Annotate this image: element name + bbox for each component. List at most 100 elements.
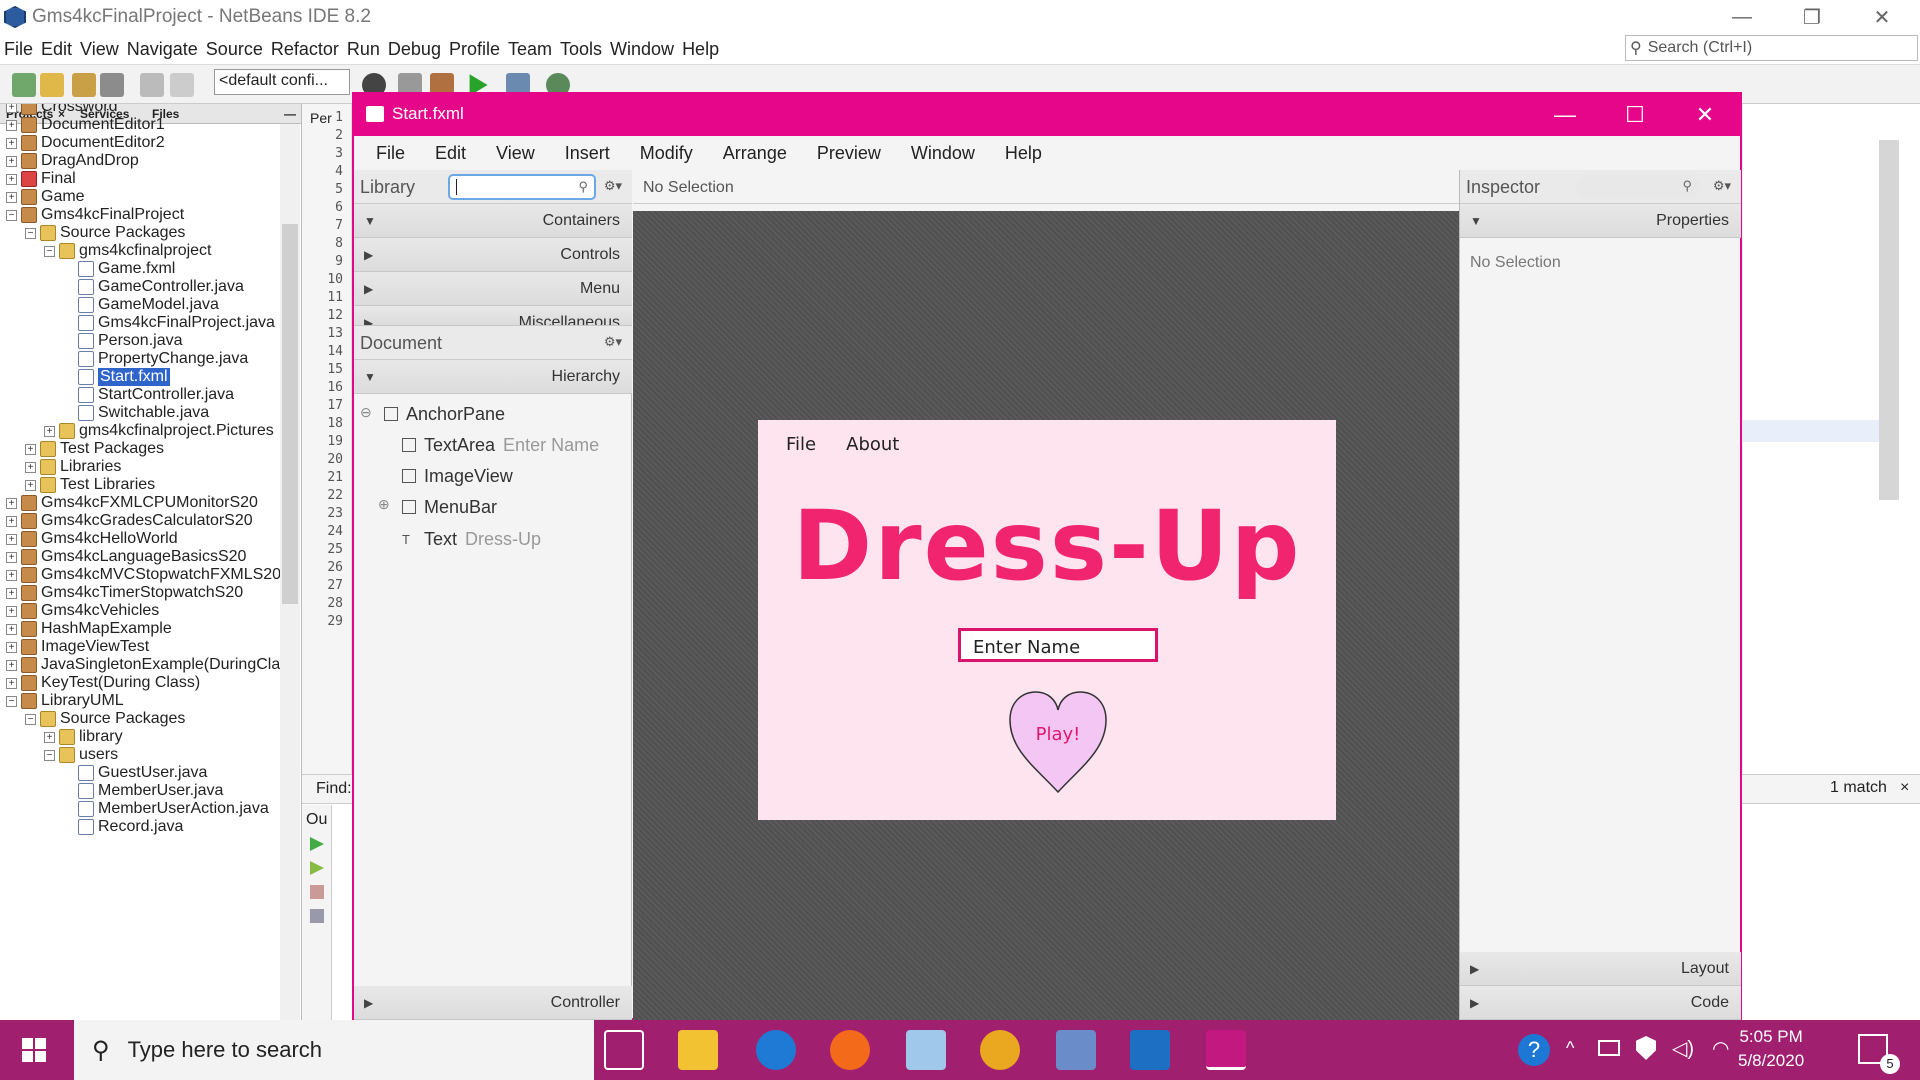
minimize-icon[interactable]: — — [1712, 0, 1772, 34]
configuration-select[interactable]: <default confi... — [214, 69, 350, 95]
expand-icon[interactable]: + — [6, 659, 17, 671]
save-all-icon[interactable] — [100, 73, 124, 97]
volume-icon[interactable]: ◁) — [1672, 1036, 1694, 1061]
library-menu-gear-icon[interactable]: ⚙▾ — [604, 178, 622, 194]
expand-icon[interactable]: + — [25, 443, 36, 455]
sb-menu-preview[interactable]: Preview — [817, 143, 881, 164]
taskbar-clock[interactable]: 5:05 PM 5/8/2020 — [1738, 1025, 1804, 1073]
library-section-menu[interactable]: ▶ Menu — [354, 272, 632, 306]
expand-icon[interactable]: + — [6, 497, 17, 509]
hierarchy-textarea[interactable]: TextArea Enter Name — [402, 431, 599, 459]
menu-profile[interactable]: Profile — [449, 39, 500, 60]
stop-icon[interactable] — [310, 885, 324, 899]
close-icon[interactable]: ✕ — [1852, 0, 1912, 34]
expand-icon[interactable]: + — [6, 641, 17, 653]
ide-search-input[interactable]: ⚲ Search (Ctrl+I) — [1625, 35, 1918, 61]
redo-icon[interactable] — [170, 73, 194, 97]
stage-menu-about[interactable]: About — [846, 434, 899, 455]
taskbar-search-input[interactable]: ⚲ Type here to search — [74, 1020, 594, 1080]
wifi-icon[interactable]: ◠ — [1712, 1036, 1729, 1061]
sb-menu-modify[interactable]: Modify — [640, 143, 693, 164]
outlook-icon[interactable] — [1130, 1030, 1170, 1070]
expand-icon[interactable]: + — [6, 551, 17, 563]
sb-menu-arrange[interactable]: Arrange — [723, 143, 787, 164]
inspector-search-input[interactable]: ⚲ — [1576, 175, 1700, 199]
expand-icon[interactable]: + — [6, 191, 17, 203]
expand-icon[interactable]: + — [6, 677, 17, 689]
task-view-icon[interactable] — [604, 1030, 644, 1070]
expand-icon[interactable]: + — [6, 515, 17, 527]
tree-row[interactable]: Record.java — [63, 816, 183, 838]
expand-icon[interactable]: + — [6, 605, 17, 617]
undo-icon[interactable] — [140, 73, 164, 97]
expand-icon[interactable]: + — [6, 569, 17, 581]
collapse-node-icon[interactable]: ⊖ — [360, 404, 372, 421]
code-section[interactable]: ▶ Code — [1460, 986, 1741, 1020]
sb-close-icon[interactable]: ✕ — [1670, 94, 1740, 136]
file-explorer-icon[interactable] — [678, 1030, 718, 1070]
close-find-icon[interactable]: × — [1900, 779, 1909, 797]
expand-icon[interactable]: + — [6, 155, 17, 167]
menu-help[interactable]: Help — [682, 39, 719, 60]
tree-scrollbar-thumb[interactable] — [282, 224, 298, 604]
expand-icon[interactable]: + — [6, 587, 17, 599]
expand-icon[interactable]: + — [6, 173, 17, 185]
collapse-icon[interactable]: − — [25, 713, 36, 725]
collapse-icon[interactable]: − — [25, 227, 36, 239]
windows-start-icon[interactable] — [22, 1038, 46, 1062]
editor-tab[interactable]: Per — [310, 110, 332, 126]
menu-file[interactable]: File — [4, 39, 33, 60]
stage-menu-file[interactable]: File — [786, 434, 816, 455]
controller-section[interactable]: ▶ Controller — [354, 986, 632, 1020]
menu-navigate[interactable]: Navigate — [127, 39, 198, 60]
menu-tools[interactable]: Tools — [560, 39, 602, 60]
rerun-icon[interactable] — [310, 837, 324, 851]
hierarchy-anchorpane[interactable]: AnchorPane — [384, 400, 505, 428]
minimize-panel-icon[interactable]: — — [284, 107, 296, 121]
hierarchy-imageview[interactable]: ImageView — [402, 462, 513, 490]
editor-scrollbar-thumb[interactable] — [1879, 140, 1899, 500]
menu-view[interactable]: View — [80, 39, 119, 60]
expand-node-icon[interactable]: ⊕ — [378, 496, 390, 513]
virtualbox-icon[interactable] — [906, 1030, 946, 1070]
library-section-containers[interactable]: ▼ Containers — [354, 204, 632, 238]
hierarchy-menubar[interactable]: MenuBar — [402, 493, 497, 521]
library-section-controls[interactable]: ▶ Controls — [354, 238, 632, 272]
menu-team[interactable]: Team — [508, 39, 552, 60]
menu-run[interactable]: Run — [347, 39, 380, 60]
new-project-icon[interactable] — [40, 73, 64, 97]
settings-icon[interactable] — [310, 909, 324, 923]
properties-section[interactable]: ▼ Properties — [1460, 204, 1741, 238]
library-search-input[interactable]: ⚲ — [448, 174, 596, 200]
expand-icon[interactable]: + — [6, 119, 17, 131]
play-heart-button[interactable]: Play! — [1006, 688, 1110, 796]
collapse-icon[interactable]: − — [44, 245, 55, 257]
menu-window[interactable]: Window — [610, 39, 674, 60]
output-tab[interactable]: Ou — [306, 811, 327, 829]
layout-section[interactable]: ▶ Layout — [1460, 952, 1741, 986]
sb-menu-edit[interactable]: Edit — [435, 143, 466, 164]
expand-icon[interactable]: + — [25, 461, 36, 473]
expand-icon[interactable]: + — [6, 104, 17, 113]
menu-debug[interactable]: Debug — [388, 39, 441, 60]
hierarchy-text[interactable]: T Text Dress-Up — [402, 525, 541, 553]
sb-menu-view[interactable]: View — [496, 143, 535, 164]
menu-edit[interactable]: Edit — [41, 39, 72, 60]
slack-icon[interactable] — [980, 1030, 1020, 1070]
restore-icon[interactable]: ❐ — [1782, 0, 1842, 34]
menu-source[interactable]: Source — [206, 39, 263, 60]
sb-minimize-icon[interactable]: — — [1530, 94, 1600, 136]
battery-icon[interactable] — [1598, 1040, 1620, 1056]
collapse-icon[interactable]: − — [44, 749, 55, 761]
name-textarea[interactable]: Enter Name — [958, 628, 1158, 662]
expand-icon[interactable]: + — [6, 533, 17, 545]
sb-menu-window[interactable]: Window — [911, 143, 975, 164]
collapse-icon[interactable]: − — [6, 695, 17, 707]
document-menu-gear-icon[interactable]: ⚙▾ — [604, 334, 622, 350]
expand-icon[interactable]: + — [6, 623, 17, 635]
library-section-miscellaneous[interactable]: ▶ Miscellaneous — [354, 306, 632, 326]
scenebuilder-taskbar-icon[interactable] — [1206, 1030, 1246, 1070]
inspector-menu-gear-icon[interactable]: ⚙▾ — [1713, 178, 1731, 194]
security-shield-icon[interactable] — [1636, 1036, 1656, 1060]
chevron-up-icon[interactable]: ^ — [1566, 1038, 1574, 1059]
